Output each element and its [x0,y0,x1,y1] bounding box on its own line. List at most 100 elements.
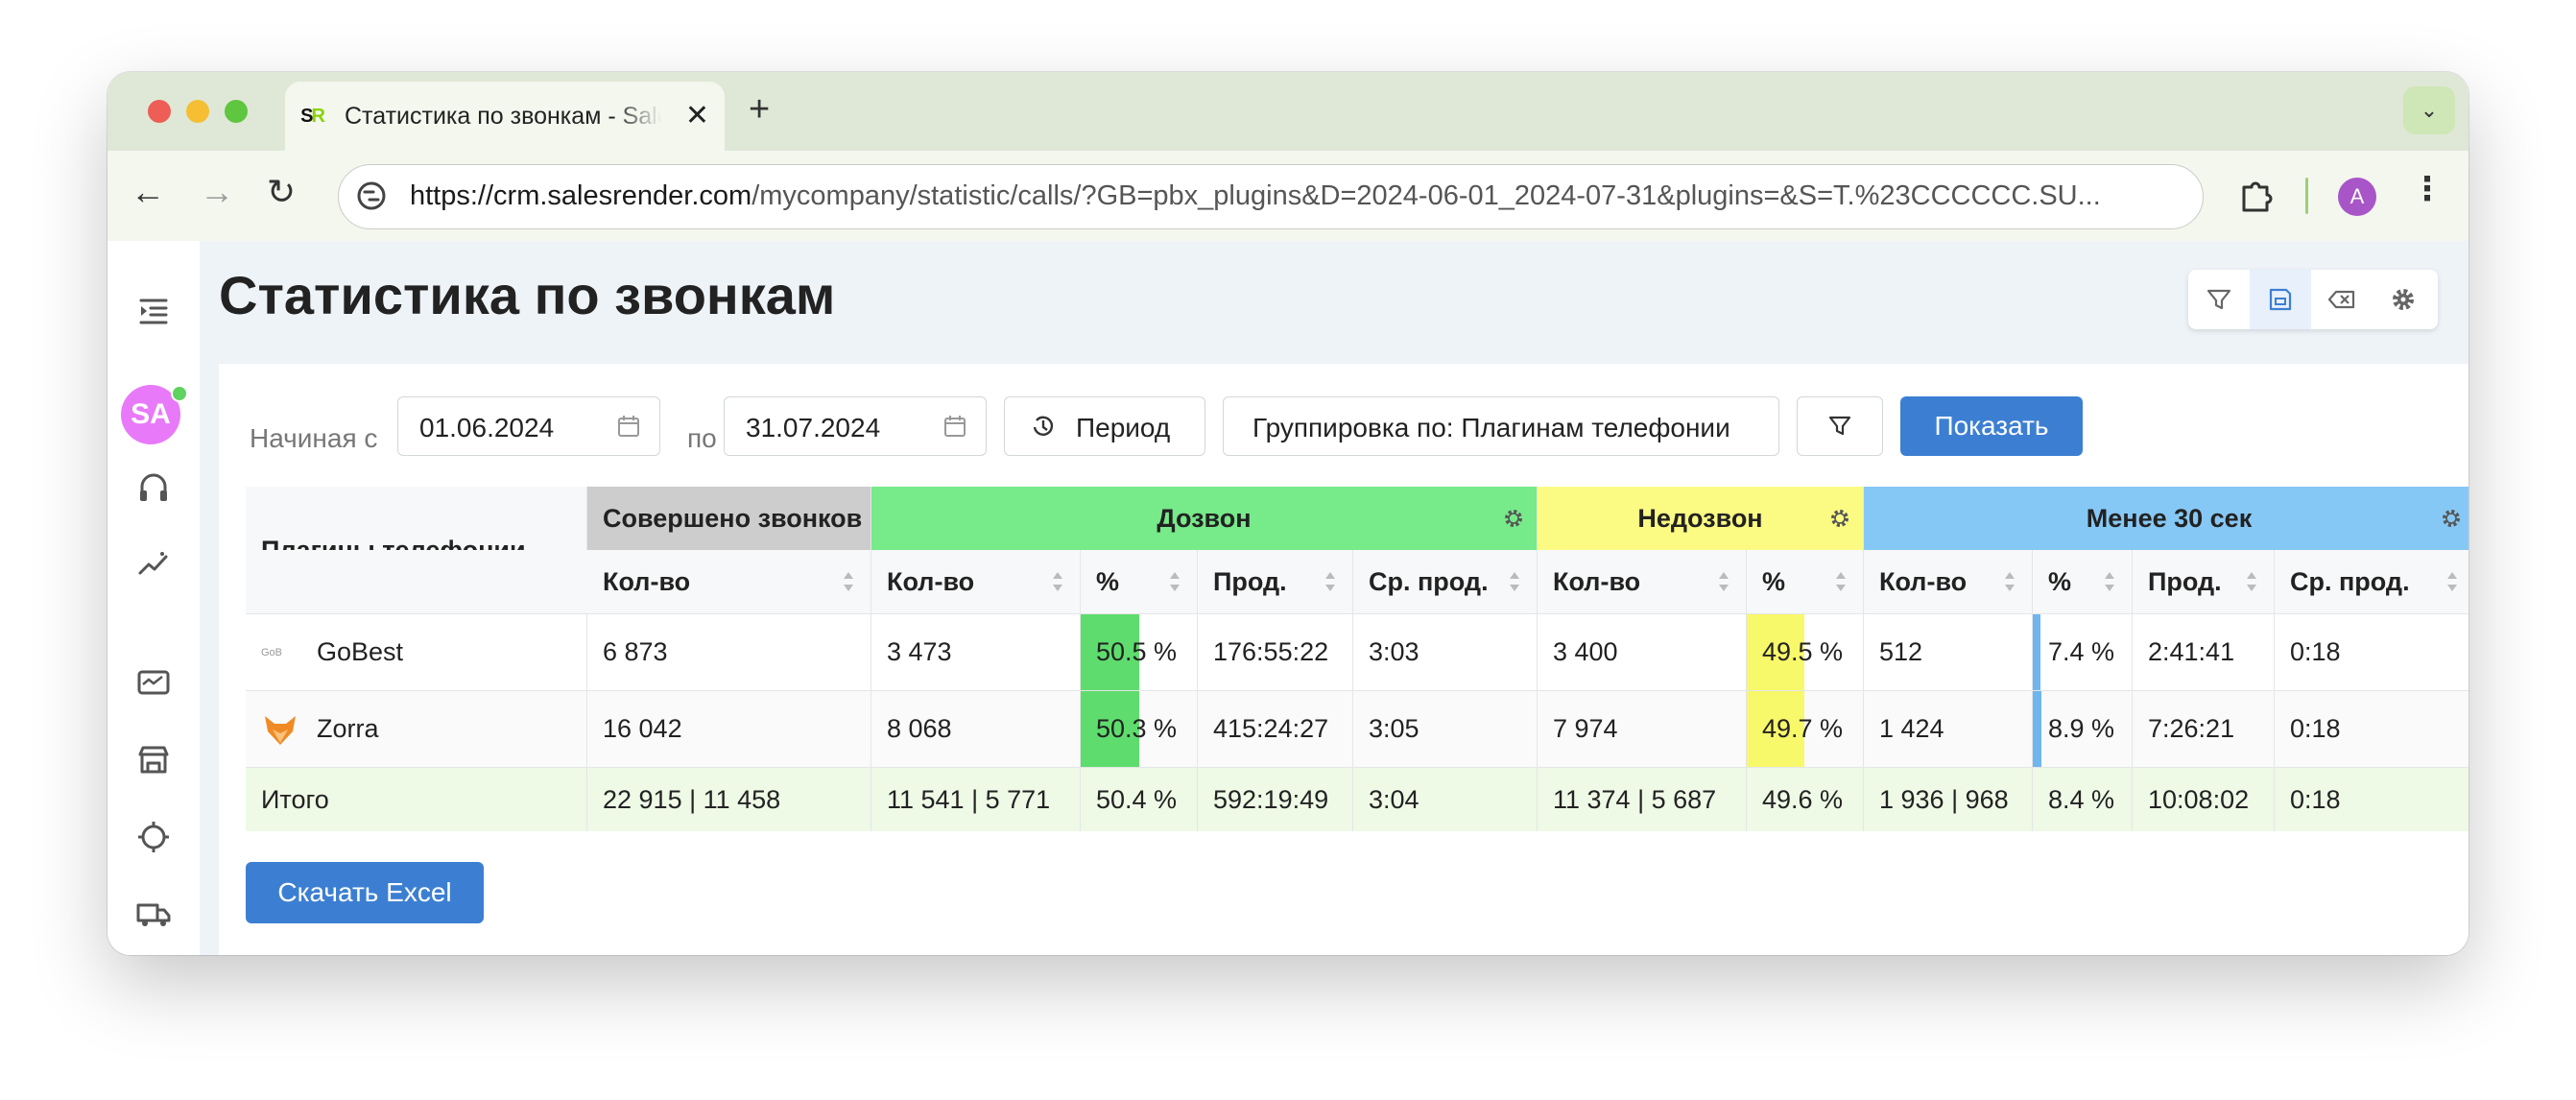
col-reached-avg[interactable]: Ср. прод. [1353,550,1538,613]
calendar-icon [944,416,966,437]
sort-icon [2447,572,2457,591]
address-bar[interactable]: https://crm.salesrender.com/mycompany/st… [338,164,2204,229]
forward-arrow-icon[interactable]: → [200,172,234,212]
save-icon [2269,288,2292,311]
reached-count: 3 473 [871,614,1081,690]
from-date-value: 01.06.2024 [419,413,555,442]
browser-menu-icon[interactable]: ⋮ [2411,170,2444,208]
total-reached-duration: 592:19:49 [1198,768,1353,831]
sort-icon [1325,572,1335,591]
tab-search-chevron-icon[interactable]: ⌄ [2403,86,2455,134]
period-button[interactable]: Период [1004,396,1205,456]
gear-icon[interactable] [1502,507,1525,530]
save-preset-button[interactable] [2250,270,2311,329]
col-reached-dur[interactable]: Прод. [1198,550,1353,613]
clear-filters-button[interactable] [2311,270,2373,329]
total-reached-pct: 50.4 % [1081,768,1198,831]
calendar-icon [618,416,639,437]
gear-icon[interactable] [2440,507,2463,530]
page-title: Статистика по звонкам [219,265,836,325]
under30-duration: 7:26:21 [2133,691,2275,767]
filter-toggle-button[interactable] [2188,270,2250,329]
sort-icon [2005,572,2015,591]
funnel-icon [1828,416,1851,436]
sort-icon [2247,572,2256,591]
show-button[interactable]: Показать [1900,396,2083,456]
total-not-reached-count: 11 374 | 5 687 [1538,768,1747,831]
table-header-columns: Кол-во Кол-во % Прод. Ср. прод. Кол-во %… [246,550,2469,614]
download-excel-button[interactable]: Скачать Excel [246,862,484,923]
group-header-under30-label: Менее 30 сек [2086,503,2253,533]
col-not-reached-count[interactable]: Кол-во [1538,550,1747,613]
not-reached-pct: 49.7 % [1747,691,1864,767]
close-window-button[interactable] [148,100,171,123]
filter-button[interactable] [1797,396,1883,456]
minimize-window-button[interactable] [186,100,209,123]
plugin-cell: GoB GoBest [246,614,587,690]
period-label: Период [1076,413,1171,442]
site-settings-icon[interactable] [356,180,387,211]
browser-tab[interactable]: SR Статистика по звонкам - SalesRender ✕ [285,82,725,151]
address-toolbar: ← → ↻ https://crm.salesrender.com/mycomp… [107,151,2469,242]
reached-avg: 3:03 [1353,614,1538,690]
not-reached-count: 3 400 [1538,614,1747,690]
table-total-row: Итого 22 915 | 11 458 11 541 | 5 771 50.… [246,768,2469,831]
browser-window: SR Статистика по звонкам - SalesRender ✕… [107,72,2469,955]
to-date-value: 31.07.2024 [746,413,881,442]
col-under30-count[interactable]: Кол-во [1864,550,2033,613]
col-under30-avg[interactable]: Ср. прод. [2275,550,2469,613]
group-header-reached: Дозвон [871,487,1538,550]
under30-duration: 2:41:41 [2133,614,2275,690]
page-toolbar [2188,270,2438,329]
url-text[interactable]: https://crm.salesrender.com/mycompany/st… [410,180,2101,212]
col-under30-pct[interactable]: % [2033,550,2133,613]
sort-icon [844,572,853,591]
analytics-icon[interactable] [133,544,174,585]
col-not-reached-pct[interactable]: % [1747,550,1864,613]
settings-button[interactable] [2373,270,2434,329]
extensions-puzzle-icon[interactable] [2236,176,2275,214]
reached-duration: 415:24:27 [1198,691,1353,767]
not-reached-count: 7 974 [1538,691,1747,767]
gear-icon[interactable] [1828,507,1851,530]
reached-count: 8 068 [871,691,1081,767]
table-header-groups: Плагины телефонии Совершено звонков Дозв… [246,487,2469,613]
truck-icon[interactable] [133,894,174,934]
col-under30-dur[interactable]: Прод. [2133,550,2275,613]
group-header-not-reached: Недозвон [1538,487,1864,550]
profile-avatar[interactable]: A [2338,178,2376,216]
crosshair-icon[interactable] [133,817,174,857]
group-header-under30: Менее 30 сек [1864,487,2469,550]
under30-count: 1 424 [1864,691,2033,767]
from-date-label: Начиная с [250,423,378,453]
table-row[interactable]: Zorra 16 042 8 068 50.3 % 415:24:27 3:05… [246,691,2469,768]
store-icon[interactable] [133,740,174,780]
col-reached-pct[interactable]: % [1081,550,1198,613]
total-reached-count: 11 541 | 5 771 [871,768,1081,831]
reload-icon[interactable]: ↻ [267,172,296,212]
maximize-window-button[interactable] [225,100,248,123]
indent-icon[interactable] [133,291,174,331]
not-reached-pct: 49.5 % [1747,614,1864,690]
to-date-input[interactable]: 31.07.2024 [724,396,987,456]
total-under30-avg: 0:18 [2290,784,2341,814]
plugin-name: GoBest [317,637,404,666]
grouping-select[interactable]: Группировка по: Плагинам телефонии [1223,396,1779,456]
online-status-dot [171,385,188,402]
grouping-label: Группировка по: Плагинам телефонии [1252,413,1730,442]
from-date-input[interactable]: 01.06.2024 [397,396,660,456]
back-arrow-icon[interactable]: ← [131,172,165,212]
table-row[interactable]: GoB GoBest 6 873 3 473 50.5 % 176:55:22 … [246,614,2469,691]
tab-close-icon[interactable]: ✕ [685,99,709,132]
plugin-name: Zorra [317,714,379,743]
salesrender-favicon-icon: SR [298,103,325,130]
reached-pct: 50.3 % [1081,691,1198,767]
headset-icon[interactable] [133,467,174,508]
col-made-count[interactable]: Кол-во [587,550,871,613]
col-reached-count[interactable]: Кол-во [871,550,1081,613]
gear-icon [2393,289,2414,310]
monitor-chart-icon[interactable] [133,663,174,704]
new-tab-icon[interactable]: + [749,89,770,131]
made-count: 6 873 [587,614,871,690]
app-page: SA Статистика по звонкам Начиная с 01.06… [107,241,2469,955]
